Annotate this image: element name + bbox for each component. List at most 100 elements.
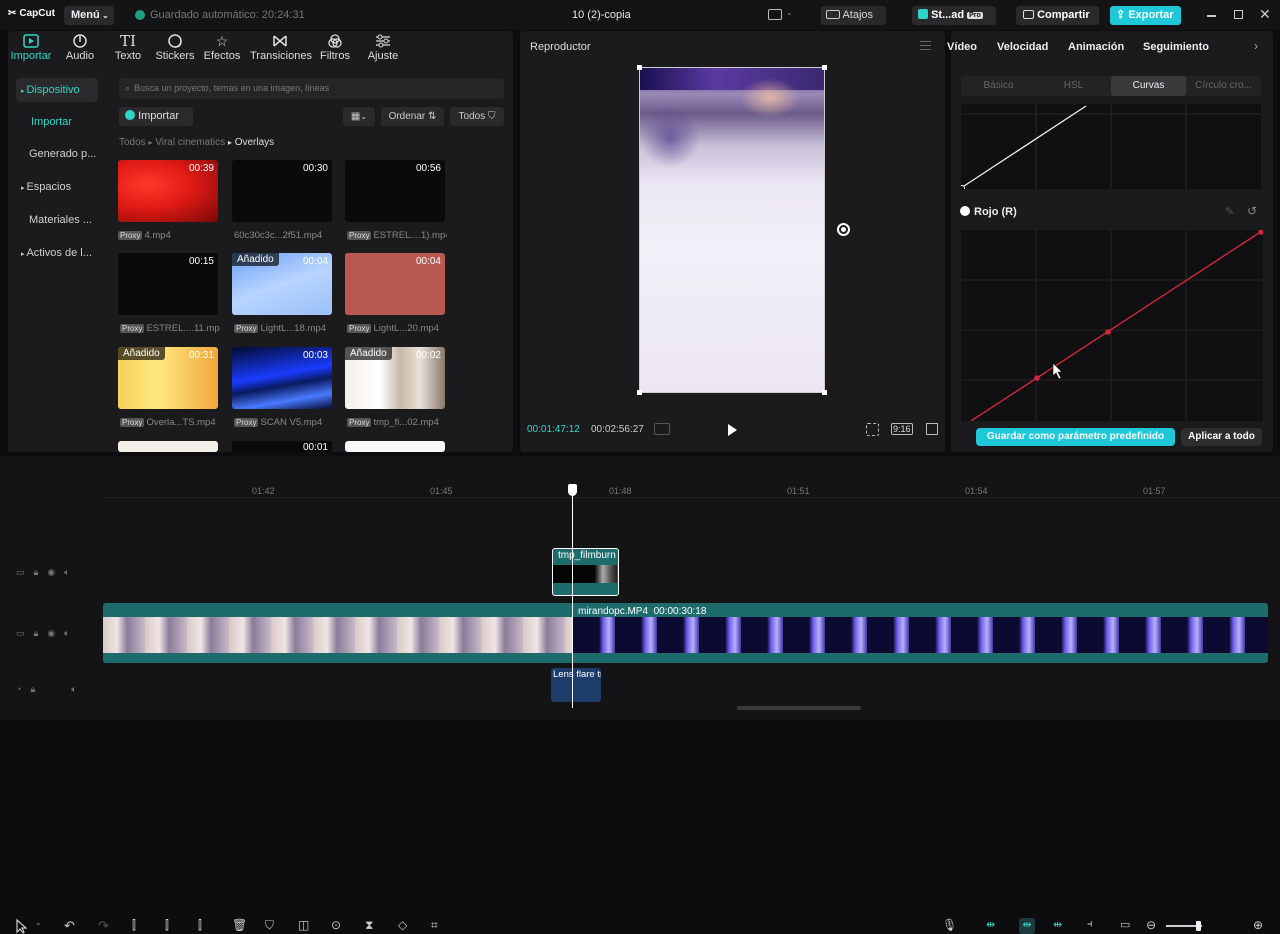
tab-adjust[interactable]: Ajuste bbox=[358, 32, 408, 66]
eye-icon[interactable]: ◉ bbox=[47, 628, 55, 640]
minimize-icon[interactable] bbox=[1207, 15, 1216, 17]
subtab-hsl[interactable]: HSL bbox=[1036, 80, 1111, 91]
handle-icon[interactable] bbox=[822, 390, 827, 395]
video-preview[interactable] bbox=[639, 67, 825, 393]
timeline-scrollbar[interactable] bbox=[737, 706, 861, 710]
crop-icon[interactable]: ⌗ bbox=[431, 918, 447, 934]
split-icon[interactable]: ⫿ bbox=[132, 918, 148, 934]
media-thumb[interactable]: 00:15 bbox=[118, 253, 218, 315]
rotate-icon[interactable] bbox=[837, 223, 850, 236]
tab-tracking[interactable]: Seguimiento bbox=[1143, 41, 1209, 53]
chevron-down-icon[interactable]: ⌄ bbox=[35, 918, 51, 934]
sidebar-item-assets[interactable]: ▸ Activos de l... bbox=[16, 241, 98, 265]
media-thumb[interactable]: 00:39 bbox=[118, 160, 218, 222]
split-right-icon[interactable]: ⫿ bbox=[198, 918, 214, 934]
tab-effects[interactable]: ☆ Efectos bbox=[197, 32, 247, 66]
play-circle-icon[interactable]: ⊙ bbox=[331, 918, 347, 934]
media-thumb[interactable]: 00:30 bbox=[232, 160, 332, 222]
media-thumb[interactable]: 00:04 bbox=[345, 253, 445, 315]
delete-icon[interactable]: 🗑︎ bbox=[232, 918, 248, 934]
studio-button[interactable]: St...ad Pro bbox=[912, 6, 996, 25]
shortcuts-button[interactable]: Atajos bbox=[821, 6, 886, 25]
link-main-icon[interactable]: ⇹ bbox=[986, 918, 1002, 934]
fullscreen-icon[interactable] bbox=[926, 423, 938, 435]
split-left-icon[interactable]: ⫿ bbox=[165, 918, 181, 934]
zoom-in-icon[interactable]: ⊕ bbox=[1253, 918, 1269, 934]
layout-icon[interactable] bbox=[768, 9, 782, 20]
red-channel-radio[interactable] bbox=[960, 206, 970, 216]
handle-icon[interactable] bbox=[637, 65, 642, 70]
tab-video[interactable]: Vídeo bbox=[947, 41, 977, 53]
overlay-clip[interactable]: tmp_filmburn bbox=[552, 548, 619, 596]
media-thumb[interactable]: 00:56 bbox=[345, 160, 445, 222]
sidebar-item-materials[interactable]: Materiales ... bbox=[16, 208, 98, 232]
link-track-icon[interactable]: ⇹ bbox=[1019, 918, 1035, 934]
tab-transitions[interactable]: Transiciones bbox=[250, 32, 312, 66]
tab-import[interactable]: Importar bbox=[6, 32, 56, 66]
sidebar-item-device[interactable]: ▸ Dispositivo bbox=[16, 78, 98, 102]
media-thumb[interactable]: Añadido 00:04 bbox=[232, 253, 332, 315]
hamburger-icon[interactable] bbox=[920, 41, 931, 50]
handle-icon[interactable] bbox=[637, 390, 642, 395]
red-curve-graph[interactable] bbox=[961, 230, 1263, 421]
media-thumb[interactable] bbox=[345, 441, 445, 452]
media-thumb[interactable]: 00:03 bbox=[232, 347, 332, 409]
effect-clip[interactable]: Lens flare tr bbox=[551, 668, 601, 702]
menu-button[interactable]: Menú ⌄ bbox=[64, 6, 114, 25]
undo-icon[interactable]: ↶ bbox=[64, 918, 80, 934]
lock-icon[interactable]: 🔒︎ bbox=[30, 684, 35, 696]
tab-text[interactable]: TI Texto bbox=[103, 32, 153, 66]
split-track-icon[interactable]: ⫞ bbox=[1087, 918, 1103, 934]
save-preset-button[interactable]: Guardar como parámetro predefinido bbox=[976, 428, 1175, 446]
chevron-right-icon[interactable]: › bbox=[1254, 39, 1258, 53]
playhead[interactable] bbox=[572, 484, 573, 708]
maximize-icon[interactable] bbox=[1234, 10, 1243, 19]
play-icon[interactable] bbox=[728, 424, 737, 436]
aspect-ratio-button[interactable]: 9:16 bbox=[891, 423, 913, 435]
focus-icon[interactable] bbox=[866, 423, 879, 436]
share-button[interactable]: Compartir bbox=[1016, 6, 1099, 25]
volume-icon[interactable]: 🔈︎ bbox=[71, 684, 76, 696]
tab-speed[interactable]: Velocidad bbox=[997, 41, 1048, 53]
export-button[interactable]: ⇪ Exportar bbox=[1110, 6, 1181, 25]
lock-icon[interactable]: 🔒︎ bbox=[34, 567, 39, 579]
volume-icon[interactable]: 🔈︎ bbox=[64, 628, 69, 640]
search-input[interactable]: ⌕ Busca un proyecto, temas en una imagen,… bbox=[119, 78, 504, 99]
caption-icon[interactable]: ▭ bbox=[1120, 918, 1136, 934]
subtab-basic[interactable]: Básico bbox=[961, 80, 1036, 91]
filter-button[interactable]: Todos ⛉ bbox=[450, 107, 504, 126]
media-thumb[interactable]: Añadido 00:31 bbox=[118, 347, 218, 409]
time-ruler[interactable] bbox=[103, 484, 1280, 498]
reset-icon[interactable]: ↺ bbox=[1247, 204, 1257, 218]
subtab-curves[interactable]: Curvas bbox=[1111, 76, 1186, 96]
sidebar-item-generated[interactable]: Generado p... bbox=[16, 142, 98, 166]
handle-icon[interactable] bbox=[822, 65, 827, 70]
breadcrumb-viral[interactable]: Viral cinematics bbox=[155, 137, 225, 148]
eye-icon[interactable]: ◉ bbox=[47, 567, 55, 579]
media-thumb[interactable]: Añadido 00:02 bbox=[345, 347, 445, 409]
sort-button[interactable]: Ordenar ⇅ bbox=[381, 107, 444, 126]
breadcrumb-all[interactable]: Todos bbox=[119, 137, 146, 148]
layout-chevron-icon[interactable]: ⌄ bbox=[786, 8, 793, 17]
apply-all-button[interactable]: Aplicar a todo bbox=[1181, 428, 1262, 446]
playhead-handle[interactable] bbox=[568, 484, 577, 496]
tab-audio[interactable]: Audio bbox=[55, 32, 105, 66]
sidebar-item-import[interactable]: Importar bbox=[16, 110, 98, 134]
media-thumb[interactable]: 00:01 bbox=[232, 441, 332, 452]
import-button[interactable]: Importar bbox=[119, 107, 193, 126]
select-cursor-icon[interactable] bbox=[14, 918, 30, 934]
tab-filters[interactable]: Filtros bbox=[310, 32, 360, 66]
redo-icon[interactable]: ↷ bbox=[98, 918, 114, 934]
luminance-curve-graph[interactable] bbox=[961, 104, 1261, 189]
lock-icon[interactable]: 🔒︎ bbox=[34, 628, 39, 640]
freeze-icon[interactable]: ◫ bbox=[298, 918, 314, 934]
microphone-icon[interactable]: 🎙︎ bbox=[942, 918, 958, 934]
volume-icon[interactable]: 🔈︎ bbox=[64, 567, 69, 579]
close-icon[interactable]: ✕ bbox=[1259, 6, 1271, 23]
tab-animation[interactable]: Animación bbox=[1068, 41, 1124, 53]
mirror-icon[interactable]: ⧗ bbox=[365, 918, 381, 934]
zoom-slider-thumb[interactable] bbox=[1196, 921, 1201, 931]
rotate-clip-icon[interactable]: ◇ bbox=[398, 918, 414, 934]
eyedropper-icon[interactable]: ✎ bbox=[1225, 205, 1234, 218]
link-preview-icon[interactable]: ⇹ bbox=[1053, 918, 1069, 934]
